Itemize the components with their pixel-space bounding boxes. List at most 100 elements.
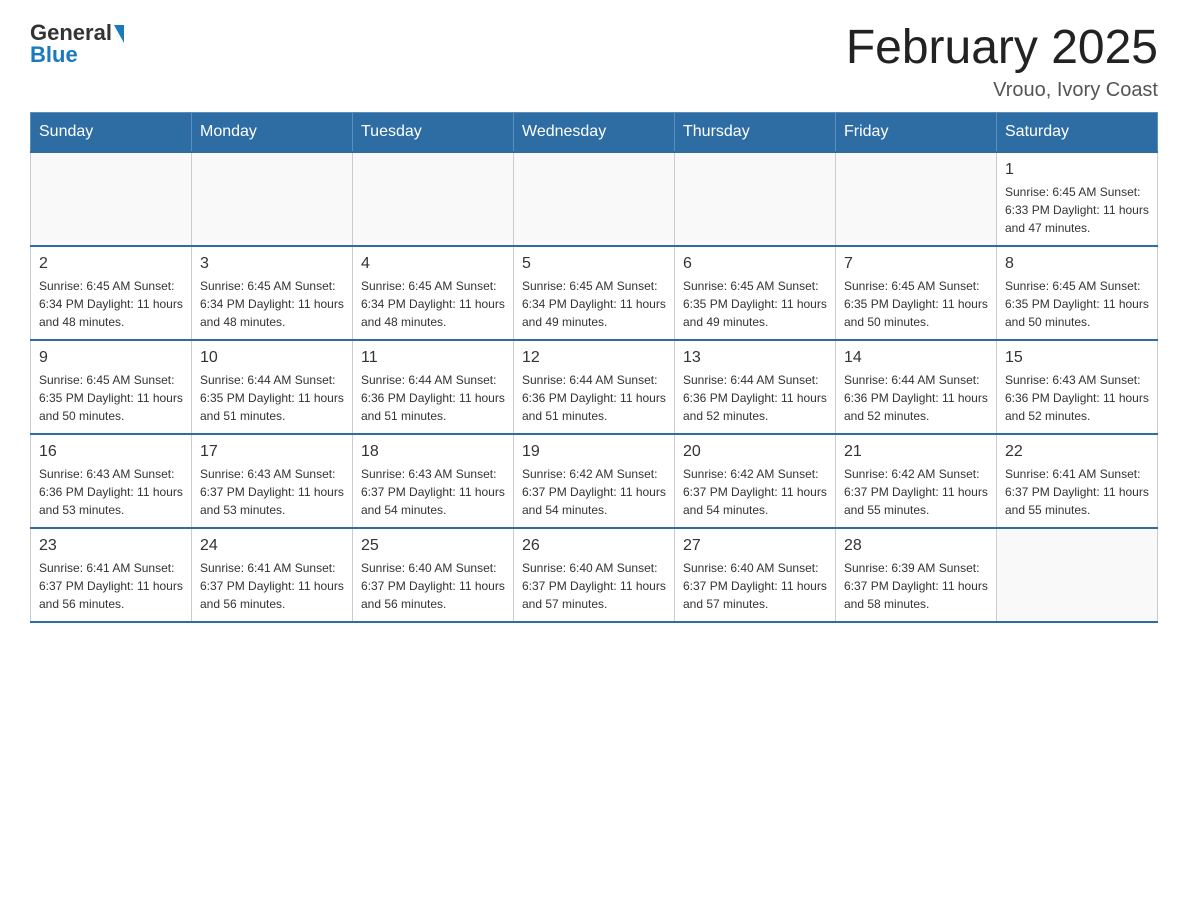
day-number: 5	[522, 255, 666, 273]
day-number: 2	[39, 255, 183, 273]
day-of-week-header: Monday	[192, 113, 353, 153]
day-info: Sunrise: 6:44 AM Sunset: 6:36 PM Dayligh…	[522, 371, 666, 425]
day-number: 1	[1005, 161, 1149, 179]
day-number: 24	[200, 537, 344, 555]
calendar-cell	[31, 152, 192, 246]
day-info: Sunrise: 6:41 AM Sunset: 6:37 PM Dayligh…	[1005, 465, 1149, 519]
day-number: 22	[1005, 443, 1149, 461]
day-info: Sunrise: 6:40 AM Sunset: 6:37 PM Dayligh…	[683, 559, 827, 613]
day-info: Sunrise: 6:44 AM Sunset: 6:36 PM Dayligh…	[844, 371, 988, 425]
day-info: Sunrise: 6:43 AM Sunset: 6:37 PM Dayligh…	[200, 465, 344, 519]
day-info: Sunrise: 6:44 AM Sunset: 6:35 PM Dayligh…	[200, 371, 344, 425]
day-number: 18	[361, 443, 505, 461]
calendar-cell: 11Sunrise: 6:44 AM Sunset: 6:36 PM Dayli…	[353, 340, 514, 434]
calendar-cell: 13 Sunrise: 6:44 AM Sunset: 6:36 PM Dayli…	[675, 340, 836, 434]
calendar-cell: 23 Sunrise: 6:41 AM Sunset: 6:37 PM Dayli…	[31, 528, 192, 622]
calendar-cell	[836, 152, 997, 246]
day-info: Sunrise: 6:45 AM Sunset: 6:34 PM Dayligh…	[361, 277, 505, 331]
day-number: 14	[844, 349, 988, 367]
calendar-cell: 6 Sunrise: 6:45 AM Sunset: 6:35 PM Daylig…	[675, 246, 836, 340]
day-info: Sunrise: 6:41 AM Sunset: 6:37 PM Dayligh…	[200, 559, 344, 613]
calendar-table: SundayMondayTuesdayWednesdayThursdayFrid…	[30, 112, 1158, 623]
day-info: Sunrise: 6:44 AM Sunset: 6:36 PM Dayligh…	[361, 371, 505, 425]
day-number: 16	[39, 443, 183, 461]
calendar-cell: 8Sunrise: 6:45 AM Sunset: 6:35 PM Daylig…	[997, 246, 1158, 340]
day-of-week-header: Thursday	[675, 113, 836, 153]
calendar-cell: 16 Sunrise: 6:43 AM Sunset: 6:36 PM Dayli…	[31, 434, 192, 528]
day-number: 7	[844, 255, 988, 273]
day-info: Sunrise: 6:45 AM Sunset: 6:35 PM Dayligh…	[39, 371, 183, 425]
day-number: 15	[1005, 349, 1149, 367]
month-title: February 2025	[846, 20, 1158, 75]
day-of-week-header: Sunday	[31, 113, 192, 153]
day-number: 21	[844, 443, 988, 461]
calendar-cell: 3 Sunrise: 6:45 AM Sunset: 6:34 PM Daylig…	[192, 246, 353, 340]
day-info: Sunrise: 6:43 AM Sunset: 6:36 PM Dayligh…	[1005, 371, 1149, 425]
logo-blue-text: Blue	[30, 42, 78, 68]
day-number: 23	[39, 537, 183, 555]
day-number: 10	[200, 349, 344, 367]
calendar-header-row: SundayMondayTuesdayWednesdayThursdayFrid…	[31, 113, 1158, 153]
calendar-cell: 14 Sunrise: 6:44 AM Sunset: 6:36 PM Dayli…	[836, 340, 997, 434]
calendar-week-row: 23 Sunrise: 6:41 AM Sunset: 6:37 PM Dayli…	[31, 528, 1158, 622]
location-text: Vrouo, Ivory Coast	[846, 79, 1158, 102]
calendar-cell: 22 Sunrise: 6:41 AM Sunset: 6:37 PM Dayli…	[997, 434, 1158, 528]
calendar-cell: 1 Sunrise: 6:45 AM Sunset: 6:33 PM Daylig…	[997, 152, 1158, 246]
day-number: 27	[683, 537, 827, 555]
calendar-week-row: 1 Sunrise: 6:45 AM Sunset: 6:33 PM Daylig…	[31, 152, 1158, 246]
day-info: Sunrise: 6:43 AM Sunset: 6:37 PM Dayligh…	[361, 465, 505, 519]
day-number: 13	[683, 349, 827, 367]
day-info: Sunrise: 6:40 AM Sunset: 6:37 PM Dayligh…	[361, 559, 505, 613]
calendar-cell	[675, 152, 836, 246]
day-info: Sunrise: 6:44 AM Sunset: 6:36 PM Dayligh…	[683, 371, 827, 425]
calendar-cell: 10 Sunrise: 6:44 AM Sunset: 6:35 PM Dayli…	[192, 340, 353, 434]
day-number: 20	[683, 443, 827, 461]
calendar-cell	[997, 528, 1158, 622]
day-info: Sunrise: 6:42 AM Sunset: 6:37 PM Dayligh…	[522, 465, 666, 519]
day-of-week-header: Saturday	[997, 113, 1158, 153]
day-of-week-header: Wednesday	[514, 113, 675, 153]
calendar-cell: 21 Sunrise: 6:42 AM Sunset: 6:37 PM Dayli…	[836, 434, 997, 528]
day-info: Sunrise: 6:45 AM Sunset: 6:35 PM Dayligh…	[844, 277, 988, 331]
day-number: 25	[361, 537, 505, 555]
day-info: Sunrise: 6:42 AM Sunset: 6:37 PM Dayligh…	[844, 465, 988, 519]
day-number: 26	[522, 537, 666, 555]
day-info: Sunrise: 6:43 AM Sunset: 6:36 PM Dayligh…	[39, 465, 183, 519]
calendar-cell	[192, 152, 353, 246]
day-number: 9	[39, 349, 183, 367]
day-number: 3	[200, 255, 344, 273]
calendar-cell: 20 Sunrise: 6:42 AM Sunset: 6:37 PM Dayli…	[675, 434, 836, 528]
calendar-cell: 26Sunrise: 6:40 AM Sunset: 6:37 PM Dayli…	[514, 528, 675, 622]
calendar-cell: 27 Sunrise: 6:40 AM Sunset: 6:37 PM Dayli…	[675, 528, 836, 622]
day-info: Sunrise: 6:41 AM Sunset: 6:37 PM Dayligh…	[39, 559, 183, 613]
day-info: Sunrise: 6:45 AM Sunset: 6:34 PM Dayligh…	[200, 277, 344, 331]
day-info: Sunrise: 6:39 AM Sunset: 6:37 PM Dayligh…	[844, 559, 988, 613]
page-header: General Blue February 2025 Vrouo, Ivory …	[30, 20, 1158, 102]
day-number: 4	[361, 255, 505, 273]
day-number: 17	[200, 443, 344, 461]
calendar-cell: 2Sunrise: 6:45 AM Sunset: 6:34 PM Daylig…	[31, 246, 192, 340]
day-number: 12	[522, 349, 666, 367]
calendar-cell	[353, 152, 514, 246]
calendar-cell: 17 Sunrise: 6:43 AM Sunset: 6:37 PM Dayli…	[192, 434, 353, 528]
day-number: 28	[844, 537, 988, 555]
day-info: Sunrise: 6:45 AM Sunset: 6:34 PM Dayligh…	[522, 277, 666, 331]
day-of-week-header: Friday	[836, 113, 997, 153]
calendar-cell: 24 Sunrise: 6:41 AM Sunset: 6:37 PM Dayli…	[192, 528, 353, 622]
calendar-week-row: 9 Sunrise: 6:45 AM Sunset: 6:35 PM Daylig…	[31, 340, 1158, 434]
title-section: February 2025 Vrouo, Ivory Coast	[846, 20, 1158, 102]
day-of-week-header: Tuesday	[353, 113, 514, 153]
calendar-cell: 28 Sunrise: 6:39 AM Sunset: 6:37 PM Dayli…	[836, 528, 997, 622]
day-info: Sunrise: 6:45 AM Sunset: 6:33 PM Dayligh…	[1005, 183, 1149, 237]
day-number: 6	[683, 255, 827, 273]
day-info: Sunrise: 6:42 AM Sunset: 6:37 PM Dayligh…	[683, 465, 827, 519]
calendar-cell: 19 Sunrise: 6:42 AM Sunset: 6:37 PM Dayli…	[514, 434, 675, 528]
day-number: 19	[522, 443, 666, 461]
calendar-cell: 12 Sunrise: 6:44 AM Sunset: 6:36 PM Dayli…	[514, 340, 675, 434]
calendar-cell: 15 Sunrise: 6:43 AM Sunset: 6:36 PM Dayli…	[997, 340, 1158, 434]
logo-triangle-icon	[114, 25, 124, 43]
day-number: 8	[1005, 255, 1149, 273]
calendar-cell	[514, 152, 675, 246]
day-info: Sunrise: 6:45 AM Sunset: 6:35 PM Dayligh…	[683, 277, 827, 331]
calendar-cell: 7 Sunrise: 6:45 AM Sunset: 6:35 PM Daylig…	[836, 246, 997, 340]
